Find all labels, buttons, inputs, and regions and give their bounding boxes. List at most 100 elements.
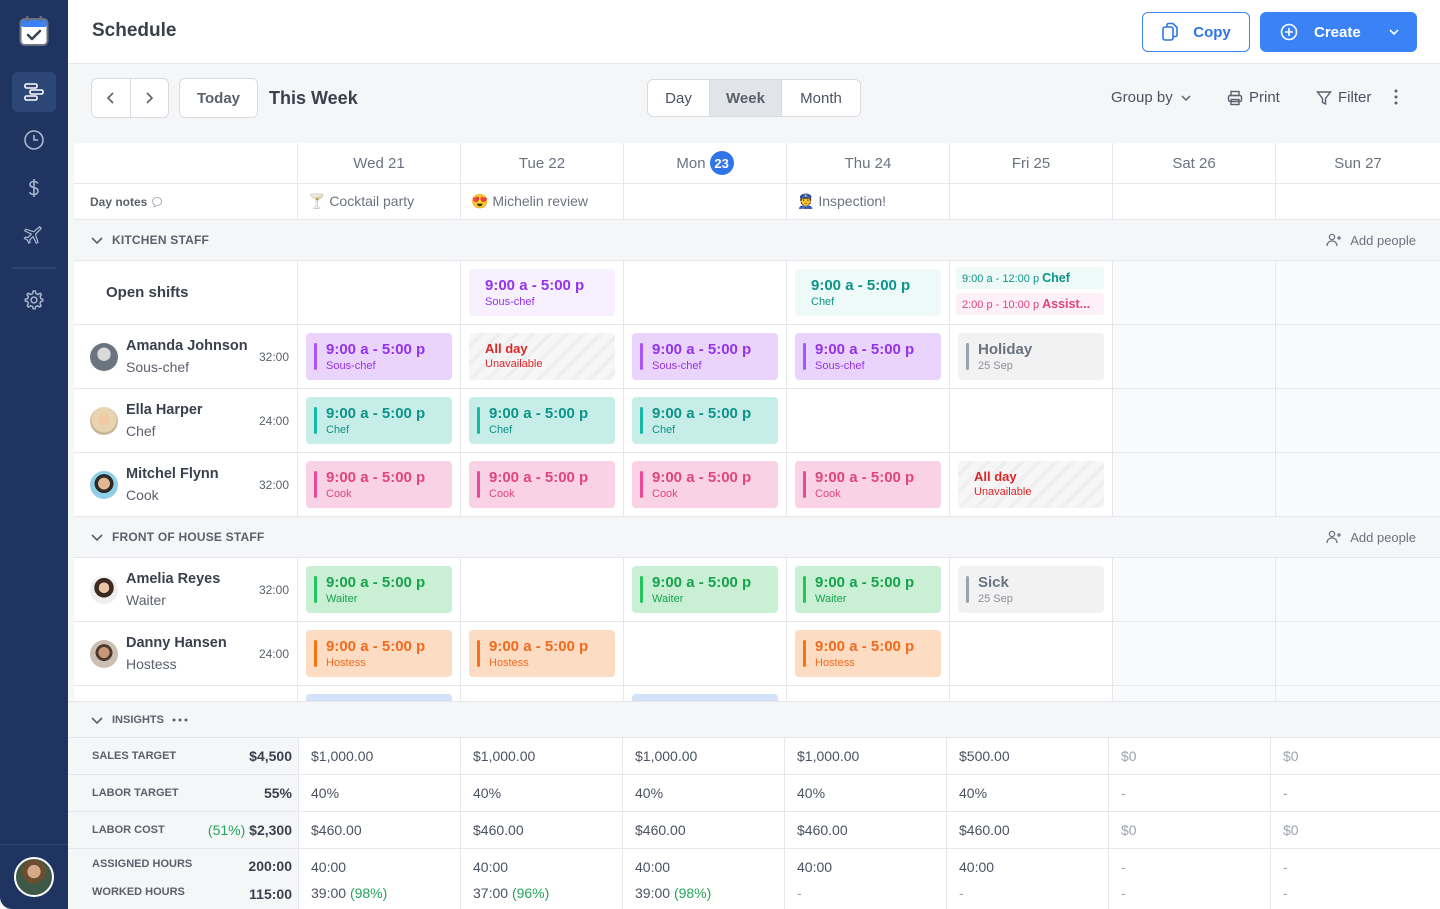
insight-value[interactable]: 40% <box>946 775 1108 811</box>
day-header[interactable]: Thu 24 <box>787 143 950 183</box>
schedule-cell[interactable]: 9:00 a - 5:00 p Sous-chef <box>298 325 461 388</box>
day-note[interactable]: 😍 Michelin review <box>461 184 624 219</box>
sidebar-item-payroll[interactable] <box>12 168 56 208</box>
view-week-tab[interactable]: Week <box>710 80 782 116</box>
print-button[interactable]: Print <box>1227 89 1280 106</box>
schedule-cell[interactable]: 9:00 a - 5:00 p Cook <box>461 453 624 516</box>
schedule-cell[interactable]: 9:00 a - 5:00 p Hostess <box>787 622 950 685</box>
schedule-cell[interactable] <box>298 686 461 701</box>
schedule-cell[interactable] <box>1276 622 1440 685</box>
schedule-cell[interactable]: 9:00 a - 5:00 p Hostess <box>461 622 624 685</box>
shift-card[interactable]: 9:00 a - 5:00 p Waiter <box>795 566 941 613</box>
schedule-cell[interactable]: 9:00 a - 5:00 p Sous-chef <box>624 325 787 388</box>
previous-week-button[interactable] <box>92 79 131 117</box>
insight-value[interactable]: - <box>1108 775 1270 811</box>
filter-button[interactable]: Filter <box>1316 89 1371 106</box>
shift-card[interactable]: 9:00 a - 5:00 p Chef <box>306 397 452 444</box>
create-dropdown-chevron-icon[interactable] <box>1387 25 1401 43</box>
day-note[interactable] <box>1113 184 1276 219</box>
copy-button[interactable]: Copy <box>1142 12 1250 52</box>
employee-name[interactable]: Danny Hansen <box>126 635 259 651</box>
insight-value[interactable]: 40% <box>622 775 784 811</box>
sidebar-item-settings[interactable] <box>12 280 56 320</box>
insight-value[interactable]: $1,000.00 <box>784 738 946 774</box>
schedule-cell[interactable]: All day Unavailable <box>950 453 1113 516</box>
schedule-cell[interactable] <box>787 389 950 452</box>
day-header[interactable]: Tue 22 <box>461 143 624 183</box>
schedule-cell[interactable] <box>1113 558 1276 621</box>
schedule-cell[interactable] <box>950 389 1113 452</box>
app-logo-calendar-icon[interactable] <box>19 15 49 47</box>
schedule-cell[interactable]: 9:00 a - 5:00 p Cook <box>298 453 461 516</box>
add-people-button[interactable]: Add people <box>1326 530 1416 545</box>
day-note[interactable] <box>624 184 787 219</box>
schedule-cell[interactable] <box>1276 389 1440 452</box>
schedule-cell[interactable]: Sick 25 Sep <box>950 558 1113 621</box>
view-day-tab[interactable]: Day <box>648 80 710 116</box>
schedule-cell[interactable] <box>1113 261 1276 324</box>
schedule-cell[interactable] <box>461 686 624 701</box>
view-month-tab[interactable]: Month <box>782 80 860 116</box>
day-header[interactable]: Sat 26 <box>1113 143 1276 183</box>
time-off-card[interactable]: Sick 25 Sep <box>958 566 1104 613</box>
schedule-cell[interactable]: 9:00 a - 5:00 p Cook <box>787 453 950 516</box>
employee-name[interactable]: Mitchel Flynn <box>126 466 259 482</box>
schedule-cell[interactable]: 9:00 a - 5:00 p Waiter <box>298 558 461 621</box>
user-avatar[interactable] <box>14 857 54 897</box>
schedule-cell[interactable] <box>1113 622 1276 685</box>
day-note[interactable]: 👮 Inspection! <box>787 184 950 219</box>
insight-value[interactable]: $1,000.00 <box>622 738 784 774</box>
insight-value[interactable]: $1,000.00 <box>298 738 460 774</box>
schedule-cell[interactable]: 9:00 a - 5:00 p Chef <box>624 389 787 452</box>
insights-header[interactable]: INSIGHTS <box>68 702 1440 738</box>
schedule-cell[interactable] <box>950 686 1113 701</box>
schedule-cell[interactable]: 9:00 a - 5:00 p Chef <box>298 389 461 452</box>
open-shift-card[interactable]: 9:00 a - 5:00 p Sous-chef <box>469 269 615 316</box>
shift-card[interactable]: 9:00 a - 5:00 p Cook <box>795 461 941 508</box>
insight-value[interactable]: 40% <box>784 775 946 811</box>
next-week-button[interactable] <box>131 79 169 117</box>
schedule-cell[interactable]: 9:00 a - 5:00 p Chef <box>461 389 624 452</box>
schedule-cell[interactable] <box>624 686 787 701</box>
time-off-card[interactable]: Holiday 25 Sep <box>958 333 1104 380</box>
group-header-kitchen[interactable]: KITCHEN STAFF Add people <box>74 220 1440 261</box>
sidebar-item-time-off[interactable] <box>12 216 56 256</box>
shift-card[interactable]: 9:00 a - 5:00 p Sous-chef <box>632 333 778 380</box>
shift-card[interactable]: 9:00 a - 5:00 p Hostess <box>469 630 615 677</box>
day-header[interactable]: Fri 25 <box>950 143 1113 183</box>
shift-card[interactable]: 9:00 a - 5:00 p Hostess <box>795 630 941 677</box>
schedule-cell[interactable]: 9:00 a - 5:00 p Sous-chef <box>461 261 624 324</box>
schedule-cell[interactable] <box>1276 558 1440 621</box>
day-note[interactable] <box>950 184 1113 219</box>
shift-card[interactable]: 9:00 a - 5:00 p Sous-chef <box>306 333 452 380</box>
schedule-cell[interactable]: 9:00 a - 5:00 p Hostess <box>298 622 461 685</box>
schedule-cell[interactable]: 9:00 a - 5:00 p Waiter <box>624 558 787 621</box>
add-people-button[interactable]: Add people <box>1326 233 1416 248</box>
employee-name[interactable]: Ella Harper <box>126 402 259 418</box>
employee-name[interactable]: Amelia Reyes <box>126 571 259 587</box>
today-button[interactable]: Today <box>179 78 258 118</box>
schedule-cell[interactable]: All day Unavailable <box>461 325 624 388</box>
create-button[interactable]: Create <box>1260 12 1417 52</box>
schedule-cell[interactable] <box>298 261 461 324</box>
schedule-cell[interactable] <box>787 686 950 701</box>
shift-card[interactable]: 9:00 a - 5:00 p Chef <box>469 397 615 444</box>
schedule-cell[interactable] <box>1113 686 1276 701</box>
schedule-cell[interactable] <box>1113 389 1276 452</box>
insight-value[interactable]: $0 <box>1108 738 1270 774</box>
day-note[interactable]: 🍸 Cocktail party <box>298 184 461 219</box>
day-note[interactable] <box>1276 184 1440 219</box>
schedule-cell[interactable] <box>461 558 624 621</box>
group-by-dropdown[interactable]: Group by <box>1111 89 1193 106</box>
shift-card[interactable]: 9:00 a - 5:00 p Cook <box>632 461 778 508</box>
shift-card[interactable]: 9:00 a - 5:00 p Cook <box>469 461 615 508</box>
open-shift-card[interactable]: 2:00 p - 10:00 p Assist... <box>956 293 1104 315</box>
schedule-cell[interactable] <box>1276 325 1440 388</box>
shift-card[interactable]: 9:00 a - 5:00 p Hostess <box>306 630 452 677</box>
day-header-today[interactable]: Mon 23 <box>624 143 787 183</box>
more-options-button[interactable] <box>1394 89 1398 105</box>
schedule-cell[interactable]: 9:00 a - 5:00 p Waiter <box>787 558 950 621</box>
schedule-cell[interactable] <box>950 622 1113 685</box>
unavailability-card[interactable]: All day Unavailable <box>958 461 1104 508</box>
more-horizontal-icon[interactable] <box>172 718 188 722</box>
